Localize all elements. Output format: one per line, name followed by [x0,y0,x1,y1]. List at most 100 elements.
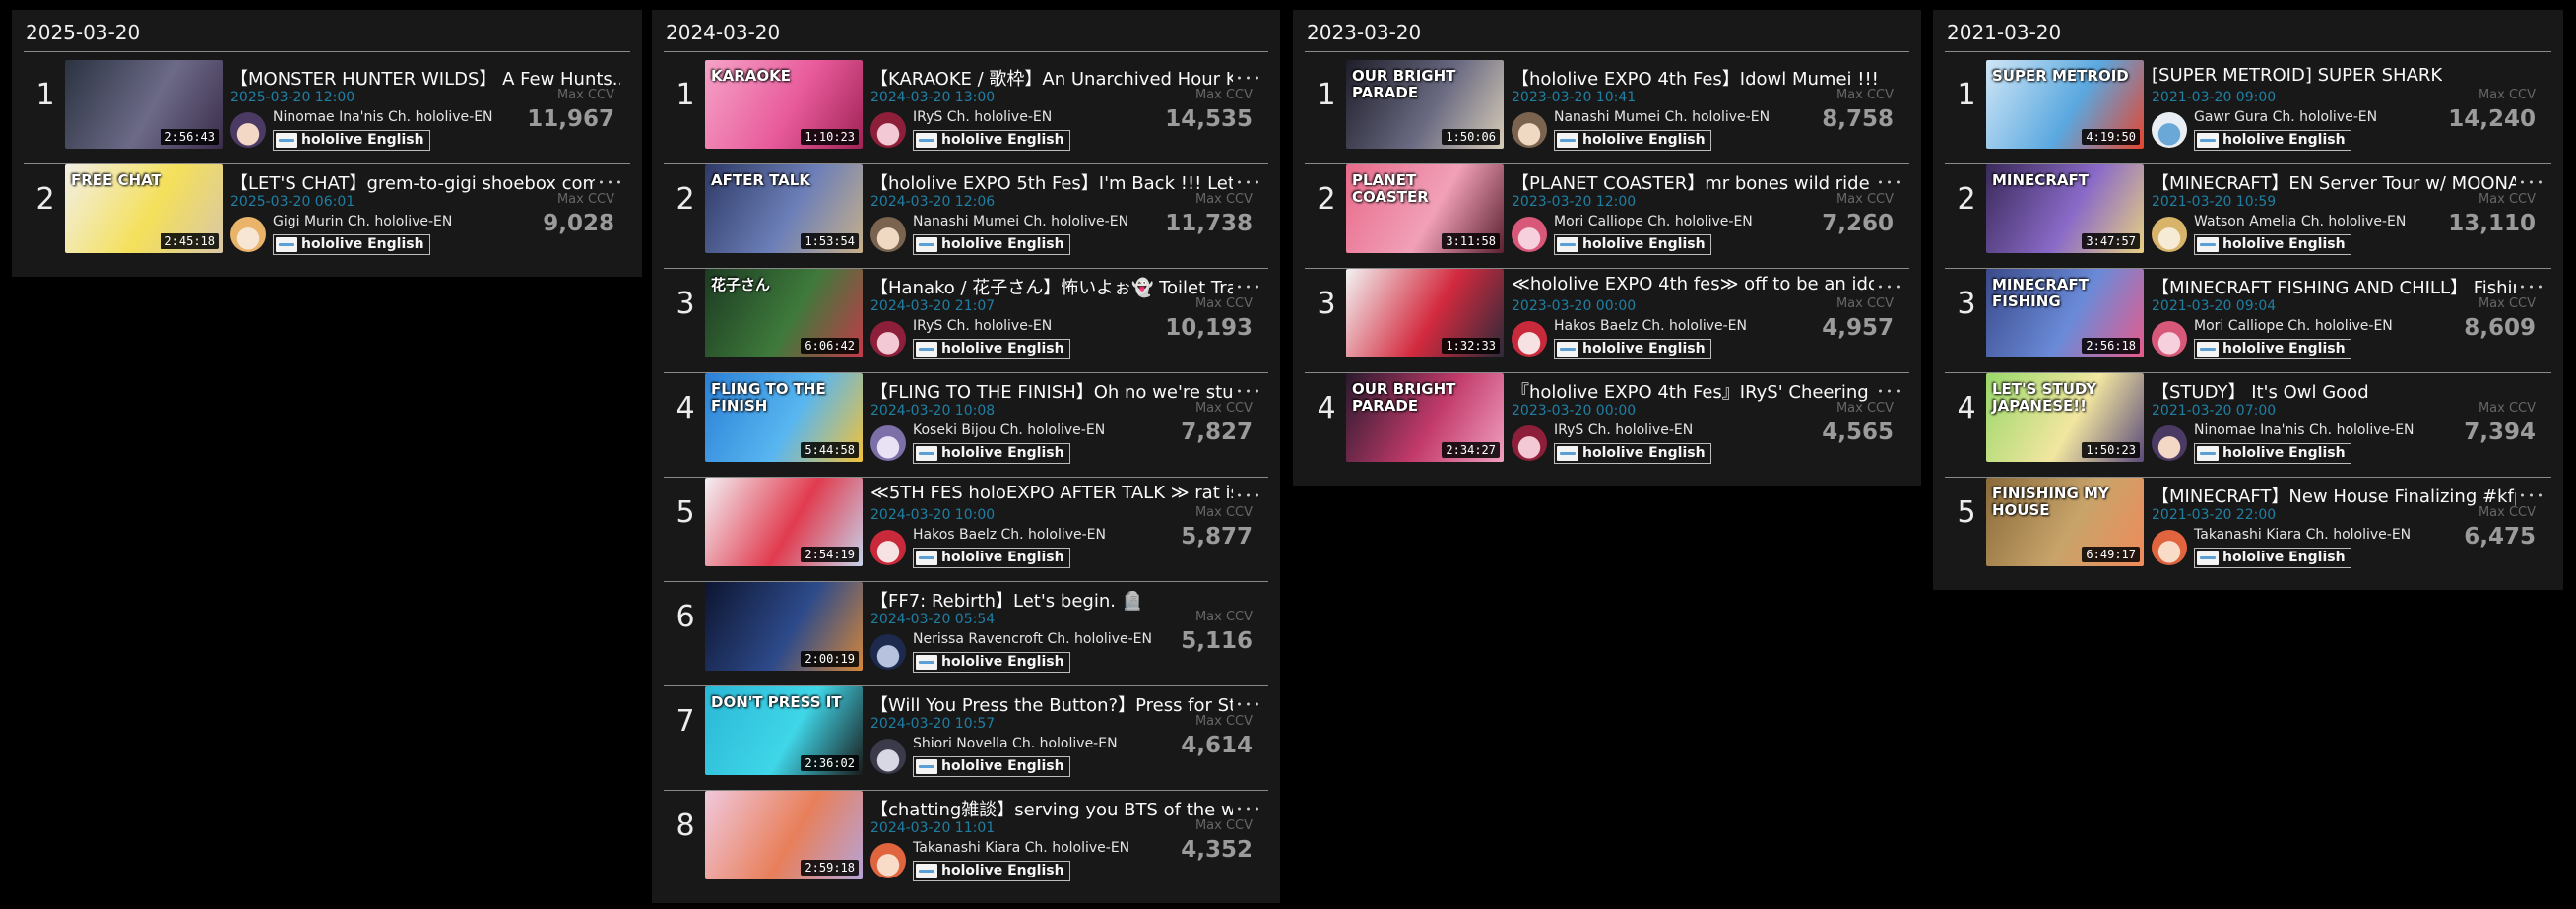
stream-thumbnail[interactable]: MINECRAFT FISHING 2:56:18 [1986,269,2144,357]
channel-avatar[interactable] [870,530,906,565]
stream-thumbnail[interactable]: 花子さん 6:06:42 [705,269,863,357]
stream-row[interactable]: 4 OUR BRIGHT PARADE 2:34:27 『hololive EXPO … [1305,373,1909,478]
stream-thumbnail[interactable]: 2:56:43 [65,60,223,149]
stream-row[interactable]: 4 FLING TO THE FINISH 5:44:58 【FLING TO THE… [664,373,1268,478]
stream-title-link[interactable]: 【LET'S CHAT】grem-to-gigi shoebox comm [230,169,595,195]
channel-avatar[interactable] [870,425,906,461]
stream-title-link[interactable]: 【KARAOKE / 歌枠】An Unarchived Hour Kar [870,65,1233,91]
stream-row[interactable]: 4 LET'S STUDY JAPANESE!! 1:50:23 【STUDY】 It… [1945,373,2551,478]
channel-name-link[interactable]: Watson Amelia Ch. hololive-EN [2194,214,2406,229]
channel-name-link[interactable]: Mori Calliope Ch. hololive-EN [1554,214,1753,229]
stream-row[interactable]: 2 MINECRAFT 3:47:57 【MINECRAFT】EN Server To… [1945,164,2551,269]
org-badge[interactable]: hololive English [2194,234,2351,255]
channel-avatar[interactable] [870,321,906,357]
channel-name-link[interactable]: Koseki Bijou Ch. hololive-EN [913,422,1105,438]
org-badge[interactable]: hololive English [913,652,1070,673]
stream-thumbnail[interactable]: FREE CHAT 2:45:18 [65,164,223,253]
stream-thumbnail[interactable]: MINECRAFT 3:47:57 [1986,164,2144,253]
channel-avatar[interactable] [2152,321,2187,357]
org-badge[interactable]: hololive English [913,130,1070,151]
stream-title-link[interactable]: 【chatting雑談】serving you BTS of the week [870,796,1233,821]
org-badge[interactable]: hololive English [913,756,1070,777]
stream-thumbnail[interactable]: OUR BRIGHT PARADE 1:50:06 [1346,60,1504,149]
stream-title-link[interactable]: 【Will You Press the Button?】Press for St… [870,691,1233,717]
org-badge[interactable]: hololive English [913,234,1070,255]
stream-title-link[interactable]: 【hololive EXPO 5th Fes】I'm Back !!! Let'… [870,169,1233,195]
stream-row[interactable]: 2 FREE CHAT 2:45:18 【LET'S CHAT】grem-to-gig… [24,164,630,269]
channel-avatar[interactable] [2152,217,2187,252]
channel-avatar[interactable] [230,112,266,148]
channel-name-link[interactable]: Takanashi Kiara Ch. hololive-EN [913,840,1129,856]
org-badge[interactable]: hololive English [913,861,1070,881]
stream-title-link[interactable]: ≪hololive EXPO 4th fes≫ off to be an ido… [1512,274,1874,294]
channel-avatar[interactable] [870,843,906,878]
stream-title-link[interactable]: 【MINECRAFT】EN Server Tour w/ MOONA a [2152,169,2516,195]
stream-row[interactable]: 7 DON'T PRESS IT 2:36:02 【Will You Press th… [664,686,1268,791]
stream-title-link[interactable]: 『hololive EXPO 4th Fes』IRyS' Cheering Ve… [1512,378,1874,404]
channel-avatar[interactable] [1512,425,1547,461]
org-badge[interactable]: hololive English [2194,548,2351,568]
stream-title-link[interactable]: 【Hanako / 花子さん】怖いよぉ👻 Toilet Trau [870,274,1233,299]
channel-name-link[interactable]: Nerissa Ravencroft Ch. hololive-EN [913,631,1152,647]
stream-row[interactable]: 8 2:59:18 【chatting雑談】serving you BTS of t… [664,791,1268,895]
stream-row[interactable]: 6 2:00:19 【FF7: Rebirth】Let's begin. 🪦 2024… [664,582,1268,686]
channel-avatar[interactable] [1512,217,1547,252]
stream-title-link[interactable]: [SUPER METROID] SUPER SHARK [2152,65,2442,86]
channel-avatar[interactable] [870,217,906,252]
stream-row[interactable]: 1 SUPER METROID 4:19:50 [SUPER METROID] SUP… [1945,60,2551,164]
stream-thumbnail[interactable]: PLANET COASTER 3:11:58 [1346,164,1504,253]
stream-thumbnail[interactable]: FINISHING MY HOUSE 6:49:17 [1986,478,2144,566]
stream-thumbnail[interactable]: FLING TO THE FINISH 5:44:58 [705,373,863,462]
org-badge[interactable]: hololive English [1554,234,1711,255]
channel-name-link[interactable]: Nanashi Mumei Ch. hololive-EN [913,214,1128,229]
stream-row[interactable]: 2 PLANET COASTER 3:11:58 【PLANET COASTER】mr… [1305,164,1909,269]
stream-title-link[interactable]: 【hololive EXPO 4th Fes】Idowl Mumei !!! [1512,65,1879,91]
org-badge[interactable]: hololive English [1554,443,1711,464]
org-badge[interactable]: hololive English [2194,130,2351,151]
channel-name-link[interactable]: Ninomae Ina'nis Ch. hololive-EN [273,109,493,125]
stream-title-link[interactable]: 【PLANET COASTER】mr bones wild ride nev [1512,169,1874,195]
stream-title-link[interactable]: ≪5TH FES holoEXPO AFTER TALK ≫ rat is al… [870,483,1233,503]
channel-name-link[interactable]: Gigi Murin Ch. hololive-EN [273,214,452,229]
stream-row[interactable]: 1 KARAOKE 1:10:23 【KARAOKE / 歌枠】An Unarchiv… [664,60,1268,164]
stream-thumbnail[interactable]: KARAOKE 1:10:23 [705,60,863,149]
stream-thumbnail[interactable]: 1:32:33 [1346,269,1504,357]
channel-name-link[interactable]: Gawr Gura Ch. hololive-EN [2194,109,2377,125]
stream-row[interactable]: 1 OUR BRIGHT PARADE 1:50:06 【hololive EXPO … [1305,60,1909,164]
stream-title-link[interactable]: 【MINECRAFT】New House Finalizing #kfp # [2152,483,2516,508]
stream-row[interactable]: 2 AFTER TALK 1:53:54 【hololive EXPO 5th Fes… [664,164,1268,269]
stream-thumbnail[interactable]: LET'S STUDY JAPANESE!! 1:50:23 [1986,373,2144,462]
stream-thumbnail[interactable]: OUR BRIGHT PARADE 2:34:27 [1346,373,1504,462]
org-badge[interactable]: hololive English [273,130,430,151]
channel-avatar[interactable] [1512,321,1547,357]
stream-thumbnail[interactable]: 2:54:19 [705,478,863,566]
org-badge[interactable]: hololive English [2194,443,2351,464]
stream-title-link[interactable]: 【STUDY】 It's Owl Good [2152,378,2369,404]
channel-avatar[interactable] [870,112,906,148]
org-badge[interactable]: hololive English [273,234,430,255]
stream-row[interactable]: 3 MINECRAFT FISHING 2:56:18 【MINECRAFT FISH… [1945,269,2551,373]
channel-name-link[interactable]: Mori Calliope Ch. hololive-EN [2194,318,2393,334]
org-badge[interactable]: hololive English [913,339,1070,359]
stream-row[interactable]: 5 FINISHING MY HOUSE 6:49:17 【MINECRAFT】New… [1945,478,2551,582]
channel-name-link[interactable]: IRyS Ch. hololive-EN [1554,422,1693,438]
stream-row[interactable]: 1 2:56:43 【MONSTER HUNTER WILDS】 A Few Hun… [24,60,630,164]
channel-avatar[interactable] [1512,112,1547,148]
stream-thumbnail[interactable]: SUPER METROID 4:19:50 [1986,60,2144,149]
stream-thumbnail[interactable]: 2:59:18 [705,791,863,879]
org-badge[interactable]: hololive English [913,548,1070,568]
channel-avatar[interactable] [870,634,906,670]
channel-name-link[interactable]: Hakos Baelz Ch. hololive-EN [913,527,1106,543]
stream-thumbnail[interactable]: AFTER TALK 1:53:54 [705,164,863,253]
stream-row[interactable]: 3 1:32:33 ≪hololive EXPO 4th fes≫ off to b… [1305,269,1909,373]
stream-row[interactable]: 3 花子さん 6:06:42 【Hanako / 花子さん】怖いよぉ👻 Toilet … [664,269,1268,373]
org-badge[interactable]: hololive English [1554,339,1711,359]
channel-name-link[interactable]: Nanashi Mumei Ch. hololive-EN [1554,109,1770,125]
channel-avatar[interactable] [2152,112,2187,148]
channel-name-link[interactable]: Takanashi Kiara Ch. hololive-EN [2194,527,2411,543]
channel-name-link[interactable]: Ninomae Ina'nis Ch. hololive-EN [2194,422,2415,438]
stream-thumbnail[interactable]: DON'T PRESS IT 2:36:02 [705,686,863,775]
stream-title-link[interactable]: 【FF7: Rebirth】Let's begin. 🪦 [870,587,1143,613]
channel-name-link[interactable]: Shiori Novella Ch. hololive-EN [913,736,1118,751]
stream-title-link[interactable]: 【FLING TO THE FINISH】Oh no we're stuck t [870,378,1233,404]
